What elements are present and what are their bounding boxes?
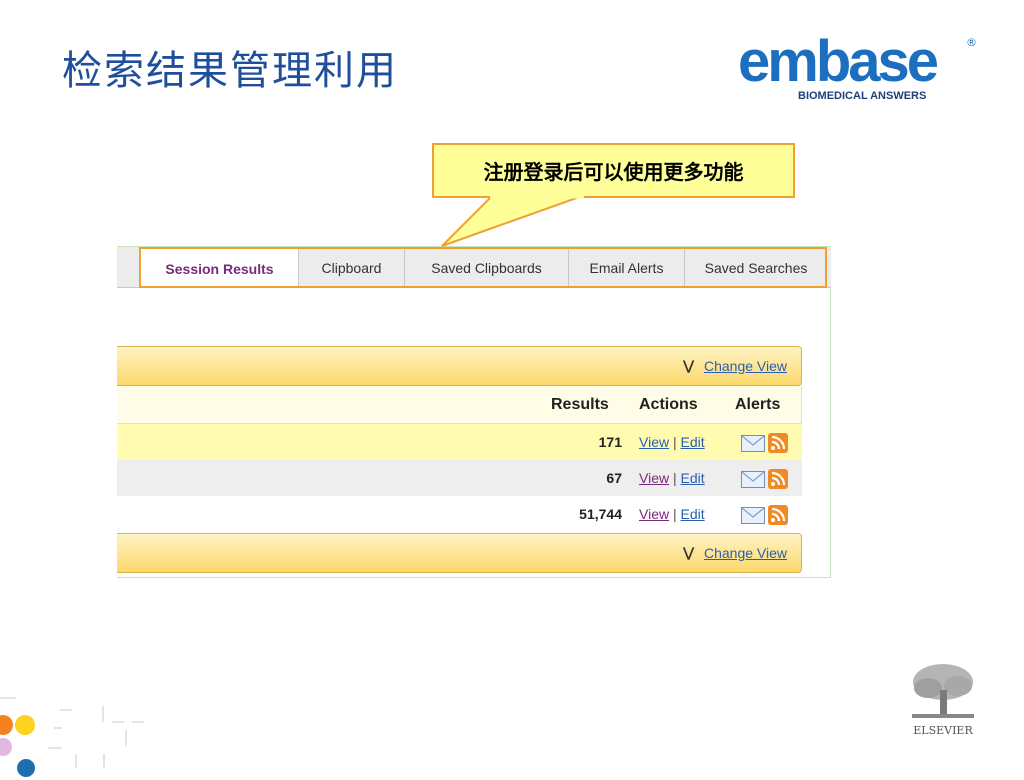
view-link[interactable]: View: [639, 506, 669, 522]
header-actions: Actions: [639, 396, 698, 413]
row-actions: View | Edit: [639, 470, 705, 486]
elsevier-logo: ELSEVIER: [908, 662, 978, 742]
logo-registered-mark: ®: [966, 36, 977, 49]
embase-logo: embase ® BIOMEDICAL ANSWERS: [738, 30, 978, 110]
edit-link[interactable]: Edit: [681, 470, 705, 486]
logo-tagline: BIOMEDICAL ANSWERS: [798, 90, 927, 102]
row-actions: View | Edit: [639, 506, 705, 522]
email-alert-icon[interactable]: [741, 470, 765, 488]
double-chevron-down-icon: ⋁: [683, 358, 694, 373]
tab-saved-clipboards[interactable]: Saved Clipboards: [405, 249, 569, 286]
row-actions: View | Edit: [639, 434, 705, 450]
row-alert-icons: [741, 433, 788, 453]
change-view-link[interactable]: Change View: [704, 545, 787, 561]
email-alert-icon[interactable]: [741, 506, 765, 524]
header-results: Results: [551, 396, 609, 413]
change-view-link[interactable]: Change View: [704, 358, 787, 374]
view-link[interactable]: View: [639, 434, 669, 450]
table-header: Results Actions Alerts: [117, 386, 802, 424]
rss-feed-icon[interactable]: [768, 505, 788, 525]
tab-session-results[interactable]: Session Results: [141, 249, 299, 288]
result-count: 67: [606, 470, 622, 486]
action-separator: |: [672, 470, 677, 486]
change-view-top: ⋁ Change View: [683, 358, 787, 374]
header-alerts: Alerts: [735, 396, 781, 413]
elsevier-label: ELSEVIER: [913, 724, 973, 737]
rss-feed-icon[interactable]: [768, 469, 788, 489]
callout-box: 注册登录后可以使用更多功能: [432, 143, 795, 198]
tab-bar: Session Results Clipboard Saved Clipboar…: [117, 247, 831, 288]
email-alert-icon[interactable]: [741, 434, 765, 452]
decorative-pattern: [0, 697, 144, 777]
row-alert-icons: [741, 469, 788, 489]
table-row: 67 View | Edit: [117, 460, 802, 496]
callout-pointer: [441, 196, 584, 247]
slide-title: 检索结果管理利用: [62, 48, 398, 94]
logo-wordmark: embase: [738, 29, 939, 94]
table-row: 171 View | Edit: [117, 424, 802, 460]
embase-results-panel: Session Results Clipboard Saved Clipboar…: [117, 246, 831, 578]
change-view-bottom: ⋁ Change View: [683, 545, 787, 561]
view-link[interactable]: View: [639, 470, 669, 486]
elsevier-tree-icon: [912, 664, 974, 718]
table-row: 51,744 View | Edit: [117, 496, 802, 532]
edit-link[interactable]: Edit: [681, 434, 705, 450]
edit-link[interactable]: Edit: [681, 506, 705, 522]
result-count: 171: [598, 434, 622, 450]
double-chevron-down-icon: ⋁: [683, 545, 694, 560]
rss-feed-icon[interactable]: [768, 433, 788, 453]
top-toolbar: ⋁ Change View: [117, 346, 802, 386]
bottom-toolbar: ⋁ Change View: [117, 533, 802, 573]
result-count: 51,744: [579, 506, 622, 522]
tab-clipboard[interactable]: Clipboard: [299, 249, 405, 286]
row-alert-icons: [741, 505, 788, 525]
action-separator: |: [672, 506, 677, 522]
action-separator: |: [672, 434, 677, 450]
tab-saved-searches[interactable]: Saved Searches: [685, 249, 827, 286]
tab-email-alerts[interactable]: Email Alerts: [569, 249, 685, 286]
